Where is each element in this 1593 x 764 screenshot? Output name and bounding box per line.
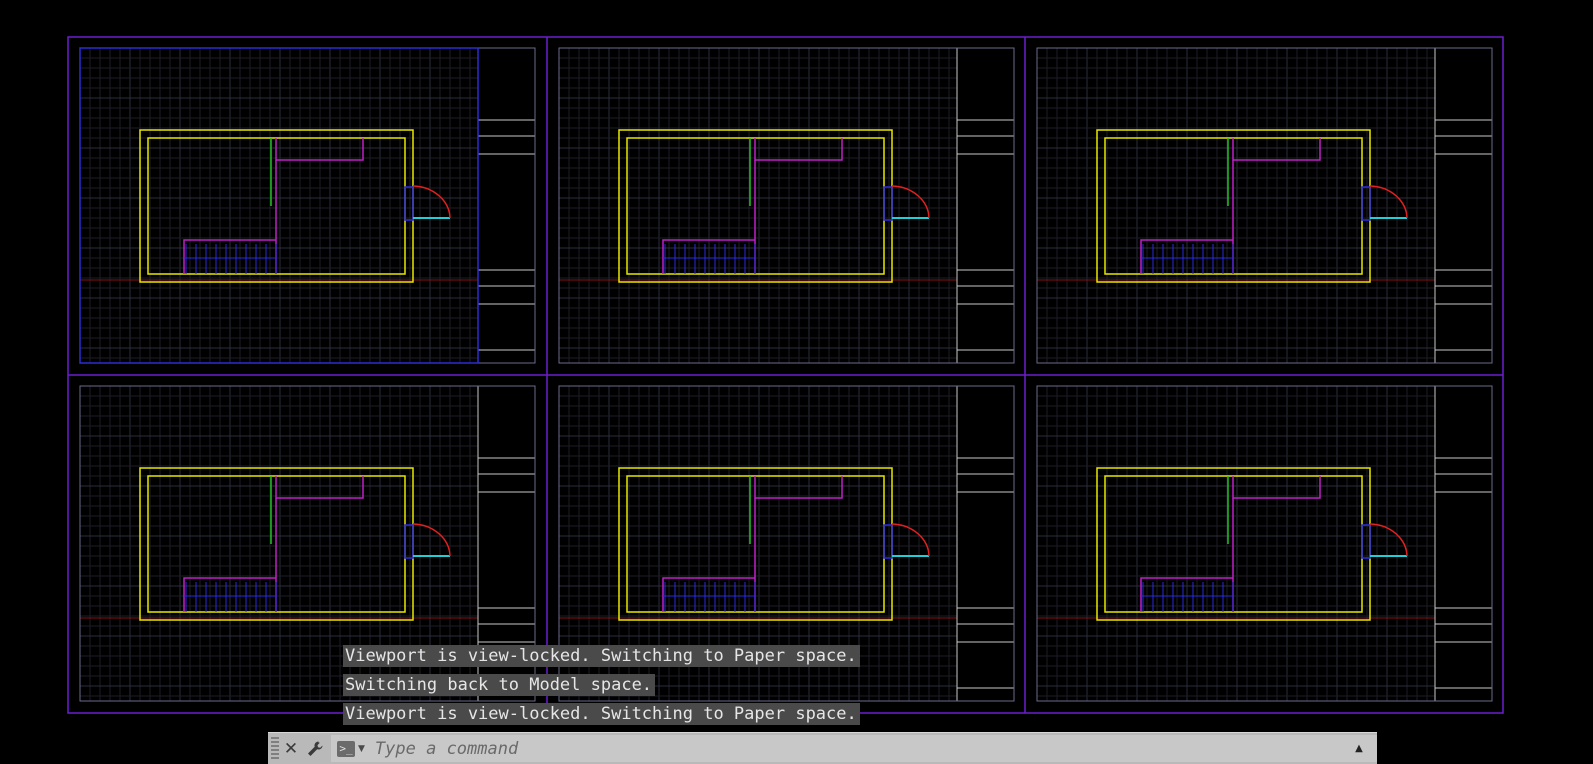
drag-grip-icon[interactable] (271, 736, 279, 761)
command-history: Viewport is view-locked. Switching to Pa… (343, 645, 903, 732)
viewport-1[interactable] (79, 47, 536, 364)
triangle-up-icon[interactable]: ▲ (1349, 737, 1369, 761)
door-jamb (1361, 524, 1371, 559)
title-block (1434, 385, 1493, 702)
door-jamb (404, 524, 414, 559)
floor-plan (618, 467, 930, 621)
close-icon[interactable]: ✕ (279, 737, 303, 761)
title-block (956, 47, 1015, 364)
door-swing-arc (891, 185, 930, 219)
command-input-wrap: >_ ▼ ▲ (331, 735, 1377, 762)
floor-plan (618, 129, 930, 283)
door-swing-arc (1369, 185, 1408, 219)
history-line: Viewport is view-locked. Switching to Pa… (343, 645, 860, 667)
chevron-down-icon[interactable]: ▼ (358, 744, 365, 754)
door-jamb (883, 524, 893, 559)
viewport-6[interactable] (1036, 385, 1493, 702)
title-block (956, 385, 1015, 702)
history-line: Viewport is view-locked. Switching to Pa… (343, 703, 860, 725)
title-block (477, 47, 536, 364)
door-swing-arc (1369, 523, 1408, 557)
command-input[interactable] (372, 735, 1349, 762)
floor-plan (1096, 129, 1408, 283)
floor-plan (139, 467, 451, 621)
viewport-2[interactable] (558, 47, 1015, 364)
door-jamb (883, 186, 893, 221)
door-jamb (1361, 186, 1371, 221)
wrench-icon[interactable] (303, 737, 327, 761)
door-swing-arc (412, 523, 451, 557)
door-swing-arc (891, 523, 930, 557)
viewport-3[interactable] (1036, 47, 1493, 364)
floor-plan (139, 129, 451, 283)
title-block (1434, 47, 1493, 364)
door-jamb (404, 186, 414, 221)
door-swing-arc (412, 185, 451, 219)
command-prompt-icon[interactable]: >_ (337, 740, 355, 757)
command-line-bar: ✕ >_ ▼ ▲ (268, 732, 1377, 764)
floor-plan (1096, 467, 1408, 621)
history-line: Switching back to Model space. (343, 674, 656, 696)
